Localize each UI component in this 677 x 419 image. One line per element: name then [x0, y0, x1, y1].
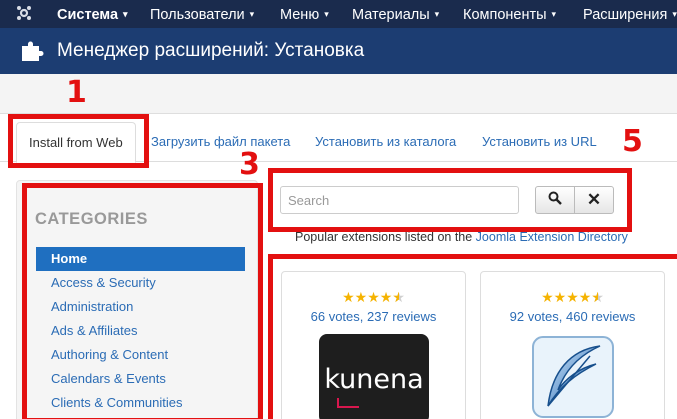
caret-down-icon: ▾	[672, 9, 677, 19]
caret-down-icon: ▾	[324, 9, 329, 19]
annotation-number-5: 5	[622, 124, 643, 159]
page-title: Менеджер расширений: Установка	[57, 40, 365, 61]
top-navbar: Система ▾ Пользователи ▾ Меню ▾ Материалы ▾ …	[0, 0, 677, 28]
nav-menu-system[interactable]: Система ▾	[57, 0, 128, 28]
annotation-number-1: 1	[66, 75, 87, 110]
jed-link[interactable]: Joomla Extension Directory	[476, 230, 628, 244]
caret-down-icon: ▾	[123, 9, 128, 19]
caret-down-icon: ▾	[434, 9, 440, 19]
nav-menu-extensions[interactable]: Расширения ▾	[583, 0, 677, 28]
annotation-box-search	[268, 168, 632, 232]
caret-down-icon: ▾	[551, 9, 557, 19]
nav-menu-content[interactable]: Материалы ▾	[352, 0, 439, 28]
toolbar-area	[0, 74, 677, 114]
annotation-number-3: 3	[239, 147, 260, 182]
caret-down-icon: ▾	[249, 9, 255, 19]
nav-menu-users[interactable]: Пользователи ▾	[150, 0, 254, 28]
joomla-logo-icon[interactable]	[14, 4, 34, 24]
tab-install-from-url[interactable]: Установить из URL	[482, 122, 597, 162]
tab-install-from-folder[interactable]: Установить из каталога	[315, 122, 456, 162]
annotation-box-results	[268, 254, 677, 419]
nav-menu-components[interactable]: Компоненты ▾	[463, 0, 556, 28]
page-header: Менеджер расширений: Установка	[0, 28, 677, 74]
annotation-box-categories	[22, 183, 263, 419]
popular-extensions-text: Popular extensions listed on the Joomla …	[295, 230, 628, 244]
puzzle-icon	[20, 40, 44, 62]
tab-upload-package[interactable]: Загрузить файл пакета	[151, 122, 290, 162]
annotation-box-tabs	[8, 114, 149, 168]
nav-menu-menus[interactable]: Меню ▾	[280, 0, 329, 28]
